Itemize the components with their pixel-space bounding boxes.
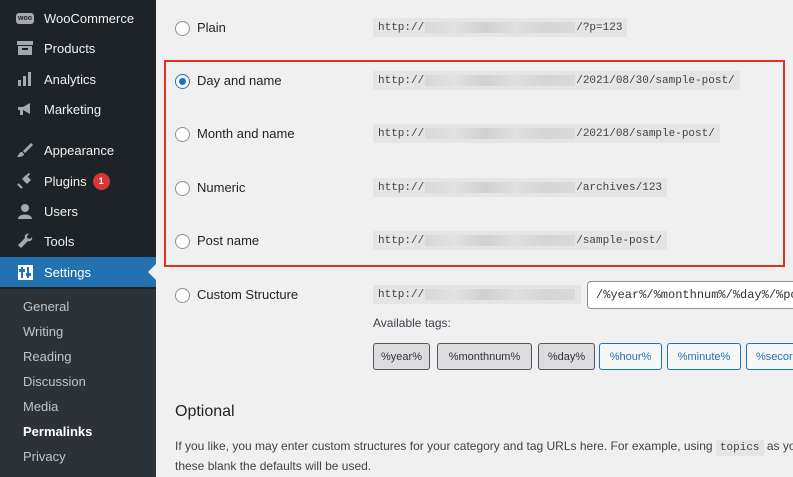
menu-label: Plugins xyxy=(44,173,87,189)
radio-post-name[interactable] xyxy=(175,234,190,249)
menu-label: WooCommerce xyxy=(44,10,135,26)
radio-numeric[interactable] xyxy=(175,181,190,196)
permalink-option-numeric: Numeric http:///archives/123 xyxy=(156,168,793,208)
example-url: http:///?p=123 xyxy=(373,18,628,37)
permalink-settings-main: Plain http:///?p=123 Day and name http:/… xyxy=(156,0,793,477)
submenu-reading[interactable]: Reading xyxy=(23,349,71,364)
permalink-option-month-and-name: Month and name http:///2021/08/sample-po… xyxy=(156,114,793,154)
submenu-permalinks[interactable]: Permalinks xyxy=(23,424,92,439)
tag-minute-button[interactable]: %minute% xyxy=(667,343,741,370)
permalink-option-post-name: Post name http:///sample-post/ xyxy=(156,221,793,261)
redacted-domain xyxy=(425,182,576,193)
custom-structure-input[interactable]: /%year%/%monthnum%/%day%/%pos xyxy=(587,281,793,309)
settings-sliders-icon xyxy=(15,262,35,282)
menu-products[interactable]: Products xyxy=(0,33,156,63)
option-label[interactable]: Month and name xyxy=(197,126,295,141)
custom-url-prefix: http:// xyxy=(373,285,582,304)
user-icon xyxy=(15,201,35,221)
megaphone-icon xyxy=(15,99,35,119)
submenu-media[interactable]: Media xyxy=(23,399,58,414)
plug-icon xyxy=(15,171,35,191)
menu-users[interactable]: Users xyxy=(0,196,156,226)
optional-section-title: Optional xyxy=(175,403,235,420)
option-label[interactable]: Day and name xyxy=(197,73,282,88)
admin-sidebar: woo WooCommerce Products Analytics Marke… xyxy=(0,0,156,477)
desc-text-end: as your c xyxy=(766,439,793,453)
radio-day-and-name[interactable] xyxy=(175,74,190,89)
desc-line-2: these blank the defaults will be used. xyxy=(175,459,372,473)
menu-analytics[interactable]: Analytics xyxy=(0,64,156,94)
tag-monthnum-button[interactable]: %monthnum% xyxy=(437,343,532,370)
menu-woocommerce[interactable]: woo WooCommerce xyxy=(0,3,156,33)
submenu-discussion[interactable]: Discussion xyxy=(23,374,86,389)
tag-day-button[interactable]: %day% xyxy=(538,343,595,370)
optional-description: If you like, you may enter custom struct… xyxy=(175,437,793,475)
permalink-option-day-and-name: Day and name http:///2021/08/30/sample-p… xyxy=(156,61,793,101)
redacted-domain xyxy=(425,75,576,86)
desc-text: If you like, you may enter custom struct… xyxy=(175,439,713,453)
menu-label: Marketing xyxy=(44,101,102,117)
submenu-writing[interactable]: Writing xyxy=(23,324,63,339)
update-count-badge: 1 xyxy=(92,172,110,190)
tag-second-button[interactable]: %secor xyxy=(746,343,793,370)
example-url: http:///sample-post/ xyxy=(373,231,668,250)
redacted-domain xyxy=(425,128,576,139)
wrench-icon xyxy=(15,231,35,251)
desc-inline-code: topics xyxy=(715,440,764,456)
submenu-privacy[interactable]: Privacy xyxy=(23,449,66,464)
menu-plugins[interactable]: Plugins 1 xyxy=(0,166,156,196)
example-url: http:///2021/08/sample-post/ xyxy=(373,124,720,143)
menu-label: Analytics xyxy=(44,71,97,87)
radio-month-and-name[interactable] xyxy=(175,127,190,142)
submenu-general[interactable]: General xyxy=(23,299,69,314)
settings-submenu: General Writing Reading Discussion Media… xyxy=(0,289,156,477)
menu-label: Users xyxy=(44,203,78,219)
menu-label: Settings xyxy=(44,264,91,280)
paintbrush-icon xyxy=(15,140,35,160)
menu-marketing[interactable]: Marketing xyxy=(0,94,156,124)
radio-plain[interactable] xyxy=(175,21,190,36)
menu-settings[interactable]: Settings xyxy=(0,257,156,287)
menu-tools[interactable]: Tools xyxy=(0,226,156,256)
example-url: http:///2021/08/30/sample-post/ xyxy=(373,71,740,90)
option-label[interactable]: Post name xyxy=(197,233,259,248)
permalink-option-plain: Plain http:///?p=123 xyxy=(156,8,793,48)
menu-appearance[interactable]: Appearance xyxy=(0,135,156,165)
menu-label: Tools xyxy=(44,233,75,249)
tag-year-button[interactable]: %year% xyxy=(373,343,430,370)
available-tags-label: Available tags: xyxy=(373,316,451,330)
option-label[interactable]: Numeric xyxy=(197,180,245,195)
menu-label: Products xyxy=(44,40,96,56)
option-label[interactable]: Plain xyxy=(197,20,226,35)
option-label[interactable]: Custom Structure xyxy=(197,287,298,302)
radio-custom-structure[interactable] xyxy=(175,288,190,303)
menu-label: Appearance xyxy=(44,142,115,158)
example-url: http:///archives/123 xyxy=(373,178,668,197)
archive-box-icon xyxy=(15,38,35,58)
bar-chart-icon xyxy=(15,69,35,89)
redacted-domain xyxy=(425,22,576,33)
redacted-domain xyxy=(425,289,576,300)
tag-hour-button[interactable]: %hour% xyxy=(599,343,662,370)
redacted-domain xyxy=(425,235,576,246)
woocommerce-icon: woo xyxy=(16,12,34,24)
